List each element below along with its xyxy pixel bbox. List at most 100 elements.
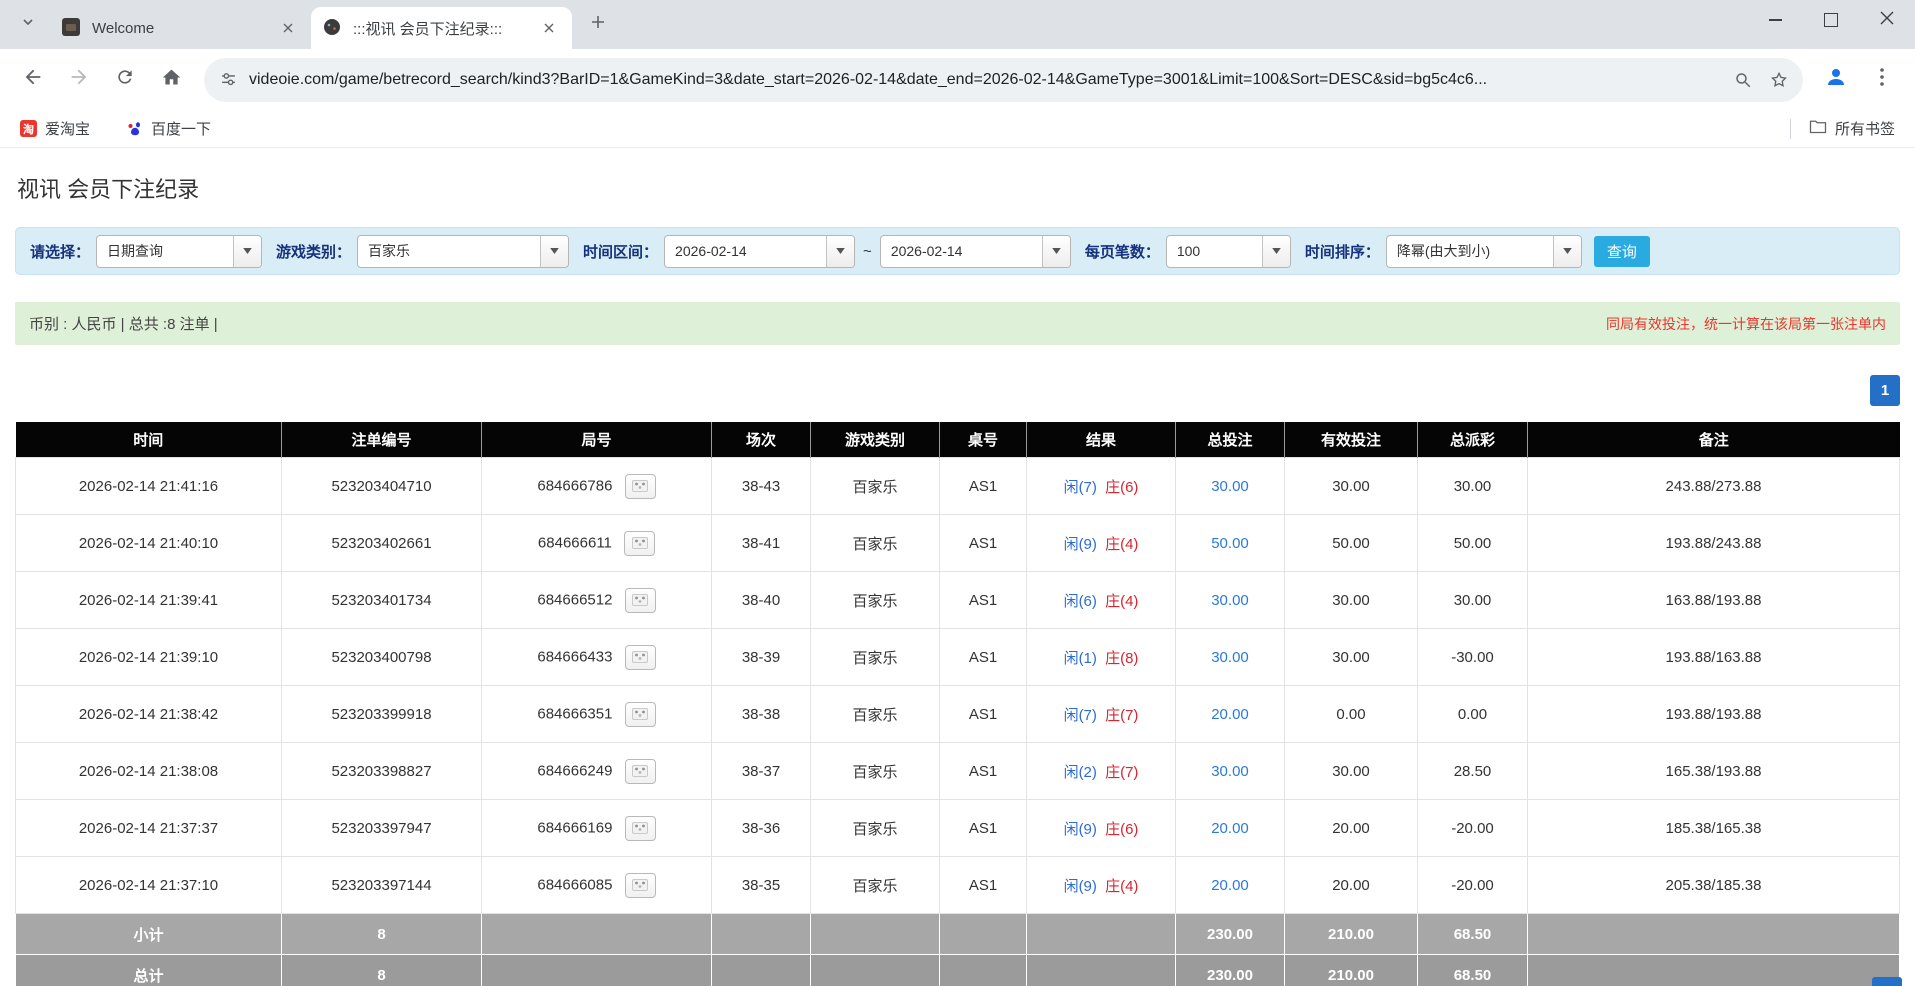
forward-button[interactable] [56,57,102,103]
sort-order-select[interactable]: 降幂(由大到小) [1386,235,1582,268]
header-round: 局号 [482,422,712,458]
back-button[interactable] [10,57,56,103]
header-session: 场次 [712,422,811,458]
bookmark-star-icon[interactable] [1761,62,1797,98]
site-settings-icon[interactable] [220,71,237,88]
result-banker: 庄(4) [1105,878,1138,895]
dropdown-icon[interactable] [826,236,854,267]
bottom-pagination-button[interactable]: 1 [1872,977,1902,986]
filter-label-query: 请选择： [30,241,90,262]
total-bet-link[interactable]: 30.00 [1211,649,1249,666]
home-button[interactable] [148,57,194,103]
browser-window: Welcome :::视讯 会员下注纪录::: [0,0,1915,986]
round-number: 684666433 [537,648,612,665]
table-row: 2026-02-14 21:39:10 523203400798 6846664… [16,629,1900,686]
sort-order-value: 降幂(由大到小) [1387,241,1553,261]
total-bet-link[interactable]: 20.00 [1211,820,1249,837]
zoom-icon[interactable] [1725,62,1761,98]
page-button-1[interactable]: 1 [1870,375,1900,406]
summary-text: 币别 : 人民币 | 总共 :8 注单 | [29,313,218,334]
tab-close-icon[interactable] [538,17,560,39]
dropdown-icon[interactable] [1262,236,1290,267]
tab-welcome[interactable]: Welcome [50,7,311,49]
cell-valid-bet: 30.00 [1285,572,1418,629]
total-bet-link[interactable]: 20.00 [1211,877,1249,894]
roadmap-icon [632,594,648,606]
bookmark-baidu[interactable]: 百度一下 [122,115,215,143]
table-row: 2026-02-14 21:37:37 523203397947 6846661… [16,800,1900,857]
window-minimize-button[interactable] [1747,0,1803,40]
cell-note: 193.88/163.88 [1528,629,1900,686]
result-player: 闲(2) [1064,764,1097,781]
reload-icon [115,67,135,92]
roadmap-button[interactable] [625,588,656,613]
cell-total-bet: 20.00 [1176,857,1285,914]
roadmap-button[interactable] [625,759,656,784]
query-type-value: 日期查询 [97,241,233,261]
roadmap-button[interactable] [624,531,655,556]
bookmark-taobao[interactable]: 淘 爱淘宝 [16,115,94,143]
roadmap-button[interactable] [625,816,656,841]
taobao-icon: 淘 [20,120,37,137]
profile-avatar[interactable] [1813,57,1859,103]
home-icon [161,67,182,93]
window-close-button[interactable] [1859,0,1915,40]
roadmap-button[interactable] [625,645,656,670]
tab-favicon [62,18,82,38]
round-number: 684666249 [537,762,612,779]
result-banker: 庄(4) [1105,593,1138,610]
address-bar[interactable]: videoie.com/game/betrecord_search/kind3?… [204,58,1803,102]
cell-result: 闲(2) 庄(7) [1027,743,1176,800]
baidu-icon [126,120,143,137]
roadmap-button[interactable] [625,702,656,727]
cell-note: 185.38/165.38 [1528,800,1900,857]
cell-payout: 28.50 [1418,743,1528,800]
result-banker: 庄(7) [1105,707,1138,724]
dropdown-icon[interactable] [233,236,261,267]
new-tab-button[interactable] [580,7,615,42]
result-banker: 庄(4) [1105,536,1138,553]
tab-betrecord[interactable]: :::视讯 会员下注纪录::: [311,7,572,49]
cell-game-type: 百家乐 [811,458,940,515]
result-banker: 庄(8) [1105,650,1138,667]
total-bet-link[interactable]: 20.00 [1211,706,1249,723]
roadmap-icon [632,480,648,492]
cell-payout: 0.00 [1418,686,1528,743]
date-end-value: 2026-02-14 [881,243,1042,259]
roadmap-button[interactable] [625,873,656,898]
filter-bar: 请选择： 日期查询 游戏类别： 百家乐 时间区间： 2026-02-14 ~ 2… [15,227,1900,275]
browser-tab-strip: Welcome :::视讯 会员下注纪录::: [0,0,1915,49]
forward-icon [68,66,90,93]
all-bookmarks-button[interactable]: 所有书签 [1805,115,1899,143]
cell-result: 闲(7) 庄(6) [1027,458,1176,515]
total-bet-link[interactable]: 30.00 [1211,763,1249,780]
dropdown-icon[interactable] [540,236,568,267]
window-maximize-button[interactable] [1803,0,1859,40]
result-player: 闲(9) [1064,536,1097,553]
dropdown-icon[interactable] [1553,236,1581,267]
subtotal-payout: 68.50 [1418,914,1528,955]
url-text[interactable]: videoie.com/game/betrecord_search/kind3?… [249,71,1725,89]
bookmark-label: 爱淘宝 [45,118,90,139]
tab-close-icon[interactable] [277,17,299,39]
roadmap-icon [632,822,648,834]
total-bet-link[interactable]: 30.00 [1211,592,1249,609]
tab-search-button[interactable] [10,7,45,42]
cell-session: 38-38 [712,686,811,743]
game-type-select[interactable]: 百家乐 [357,235,569,268]
browser-menu-button[interactable] [1859,57,1905,103]
roadmap-button[interactable] [625,474,656,499]
total-bet-link[interactable]: 50.00 [1211,535,1249,552]
per-page-select[interactable]: 100 [1166,235,1291,268]
cell-payout: -20.00 [1418,800,1528,857]
reload-button[interactable] [102,57,148,103]
minimize-icon [1769,19,1782,21]
query-type-select[interactable]: 日期查询 [96,235,262,268]
date-end-select[interactable]: 2026-02-14 [880,235,1071,268]
search-button[interactable]: 查询 [1594,236,1650,267]
round-number: 684666085 [537,876,612,893]
cell-time: 2026-02-14 21:39:10 [16,629,282,686]
dropdown-icon[interactable] [1042,236,1070,267]
total-bet-link[interactable]: 30.00 [1211,478,1249,495]
date-start-select[interactable]: 2026-02-14 [664,235,855,268]
